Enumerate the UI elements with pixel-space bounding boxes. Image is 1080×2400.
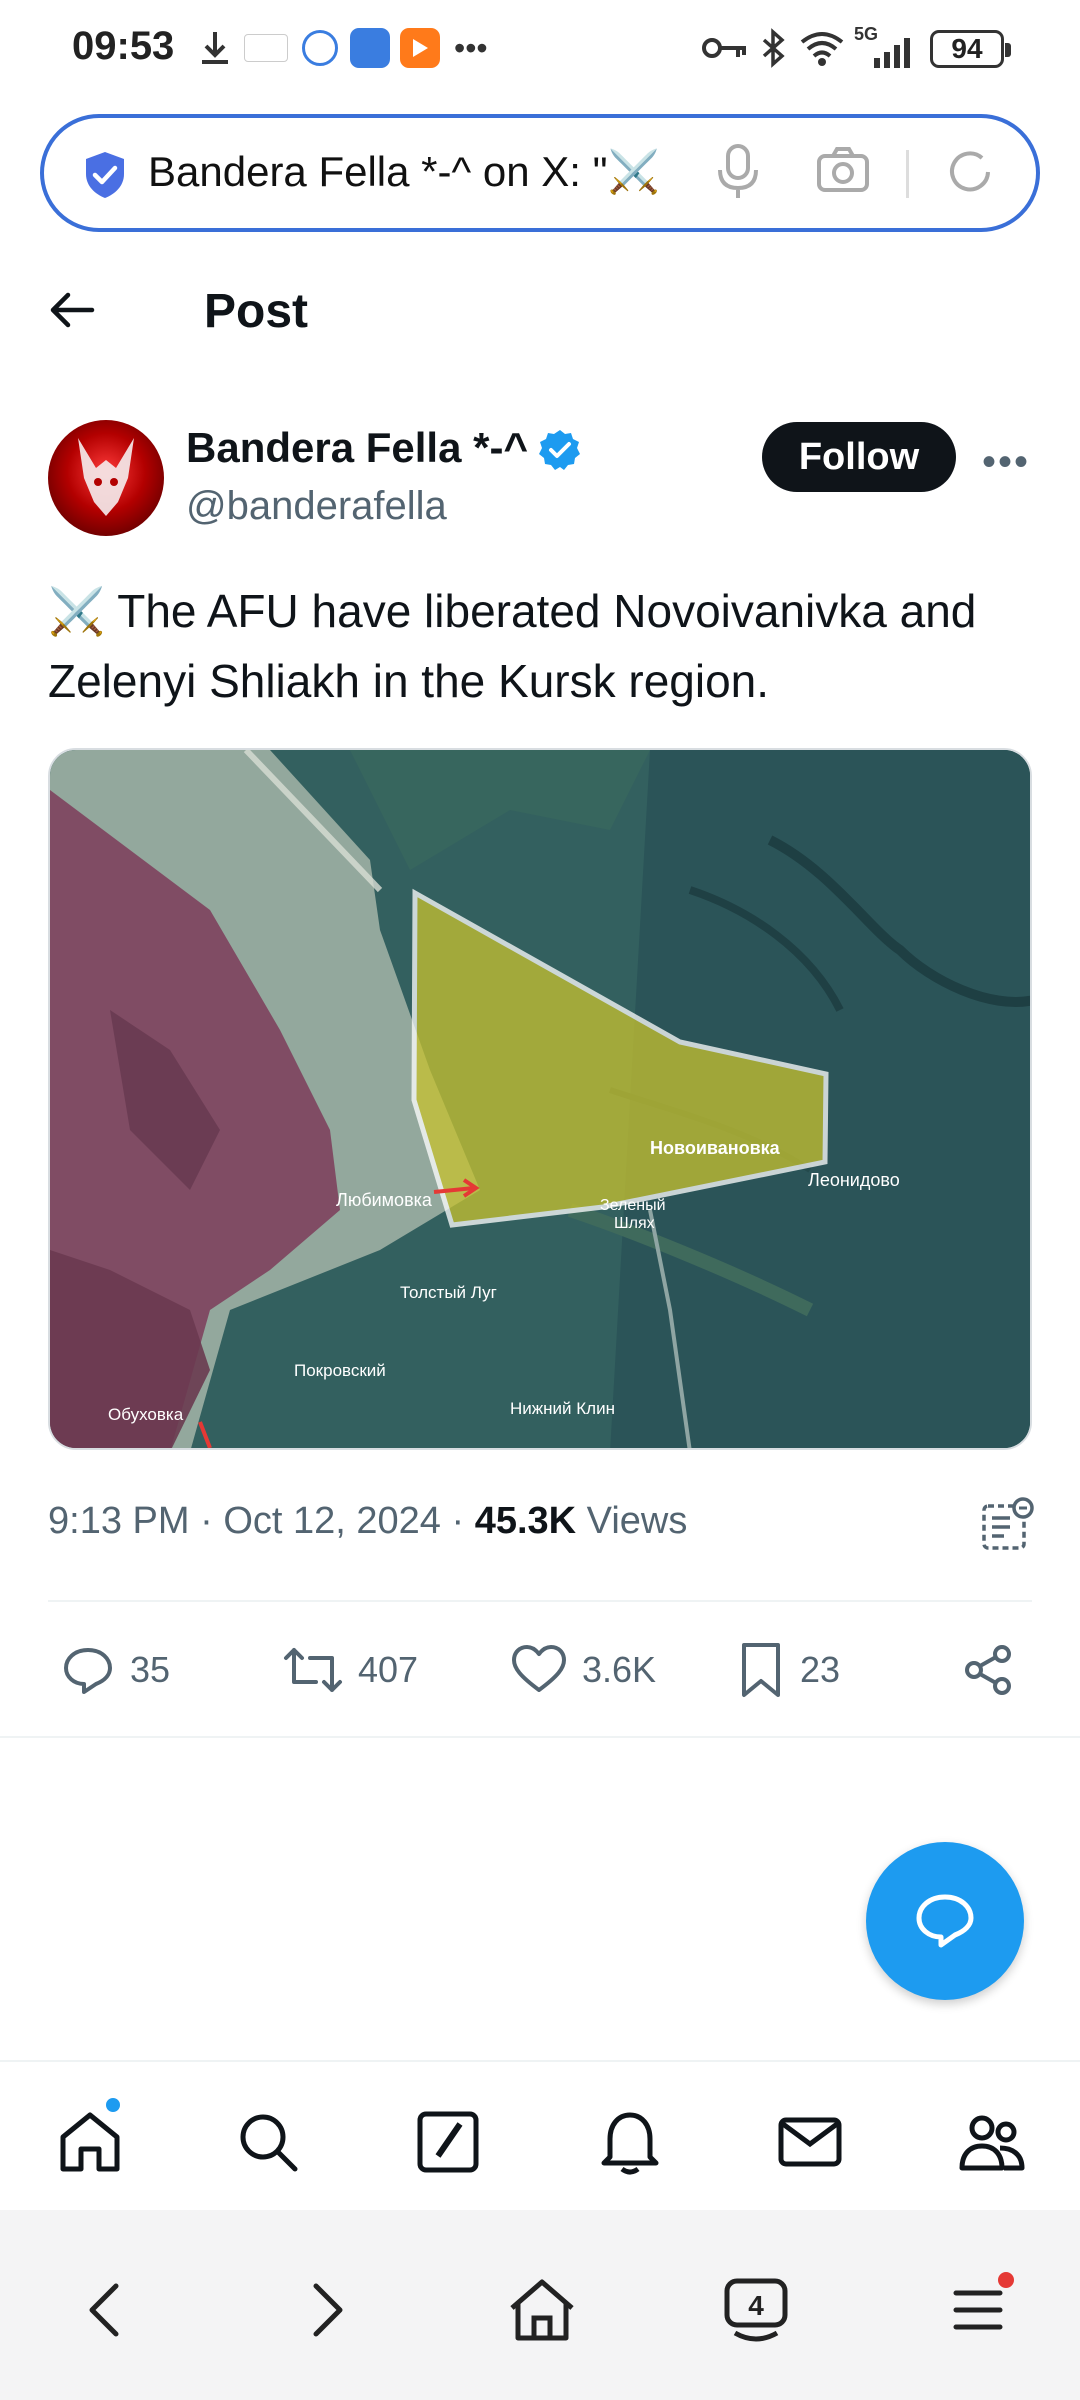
communities-icon — [959, 2115, 1025, 2171]
tab-messages[interactable] — [770, 2102, 850, 2182]
signal-icon: 5G — [854, 24, 914, 70]
bottom-tab-bar — [0, 2060, 1080, 2210]
chevron-right-icon — [313, 2283, 343, 2337]
map-label-leonidovo: Леонидово — [808, 1170, 900, 1190]
battery-indicator: 94 — [930, 30, 1011, 68]
map-label-pokrovsky: Покровский — [294, 1361, 386, 1380]
analytics-icon[interactable] — [980, 1496, 1036, 1557]
tab-search[interactable] — [228, 2102, 308, 2182]
tabs-icon: 4 — [724, 2278, 788, 2342]
video-app-icon — [400, 26, 440, 70]
microphone-icon[interactable] — [716, 142, 760, 207]
reload-icon[interactable] — [944, 146, 996, 203]
more-notifications-icon: ••• — [454, 29, 488, 66]
back-arrow-icon[interactable] — [44, 282, 100, 343]
like-count: 3.6K — [582, 1649, 657, 1690]
post-date: Oct 12, 2024 — [223, 1500, 441, 1542]
home-icon — [60, 2112, 120, 2172]
bookmark-button[interactable]: 23 — [736, 1640, 840, 1700]
clock: 09:53 — [72, 24, 175, 68]
map-label-tolsty-lug: Толстый Луг — [400, 1283, 497, 1302]
bookmark-icon — [742, 1643, 780, 1697]
shield-icon — [82, 150, 128, 205]
wifi-icon — [798, 26, 846, 70]
security-app-icon — [350, 26, 390, 70]
hamburger-menu-icon — [953, 2290, 1003, 2330]
chat-bubble-icon — [916, 1894, 974, 1948]
reply-count: 35 — [130, 1649, 171, 1690]
browser-home-button[interactable] — [502, 2270, 582, 2350]
meta-separator: · — [451, 1500, 475, 1542]
map-label-zeleny: Зеленый — [600, 1197, 666, 1214]
browser-menu-button[interactable] — [938, 2270, 1018, 2350]
author-handle[interactable]: @banderafella — [186, 484, 447, 529]
share-button[interactable] — [960, 1640, 1030, 1700]
reply-icon — [64, 1648, 112, 1694]
map-label-novoivanovka: Новоивановка — [650, 1138, 781, 1158]
search-icon — [240, 2114, 298, 2172]
page-title: Post — [204, 285, 309, 338]
browser-navigation-bar: 4 — [0, 2210, 1080, 2400]
crossed-swords-emoji: ⚔️ — [48, 585, 106, 637]
browser-tabs-button[interactable]: 4 — [716, 2270, 796, 2350]
post-time: 9:13 PM — [48, 1500, 190, 1542]
status-bar: 09:53 ••• 5G 94 — [0, 0, 1080, 100]
meta-separator: · — [200, 1500, 224, 1542]
bell-icon — [601, 2112, 659, 2175]
views-label: Views — [586, 1500, 688, 1542]
bluetooth-icon — [760, 26, 786, 70]
url-text[interactable]: Bandera Fella *-^ on X: "⚔️ — [148, 148, 728, 197]
download-icon — [198, 26, 232, 70]
tab-grok[interactable] — [408, 2102, 488, 2182]
divider — [48, 1600, 1032, 1602]
browser-address-bar[interactable]: Bandera Fella *-^ on X: "⚔️ — [40, 114, 1040, 232]
map-label-nizhny-klin: Нижний Клин — [510, 1399, 615, 1418]
follow-button[interactable]: Follow — [762, 422, 956, 492]
heart-icon — [512, 1645, 566, 1692]
mail-icon — [778, 2117, 842, 2167]
post-image-map[interactable]: Новоивановка Леонидово Любимовка Зеленый… — [48, 748, 1032, 1450]
camera-icon[interactable] — [816, 146, 870, 199]
post-meta: 9:13 PM · Oct 12, 2024 · 45.3K Views — [48, 1500, 687, 1543]
share-icon — [965, 1645, 1011, 1695]
notification-dot — [998, 2272, 1014, 2288]
divider — [0, 1736, 1080, 1738]
reply-button[interactable]: 35 — [60, 1640, 170, 1700]
map-label-lyubimovka: Любимовка — [336, 1190, 433, 1210]
browser-forward-button[interactable] — [288, 2270, 368, 2350]
tab-communities[interactable] — [952, 2102, 1032, 2182]
svg-text:4: 4 — [748, 2290, 764, 2321]
grok-icon — [417, 2111, 479, 2173]
compose-reply-fab[interactable] — [866, 1842, 1024, 2000]
more-options-icon[interactable]: ••• — [982, 440, 1030, 485]
repost-icon — [284, 1648, 342, 1692]
home-icon — [510, 2279, 574, 2341]
browser-back-button[interactable] — [64, 2270, 144, 2350]
tab-home[interactable] — [50, 2096, 130, 2182]
notification-dot — [104, 2096, 122, 2114]
post-text: ⚔️ The AFU have liberated Novoivanivka a… — [48, 576, 1038, 716]
post-body: The AFU have liberated Novoivanivka and … — [48, 585, 977, 707]
bookmark-count: 23 — [800, 1649, 841, 1690]
map-label-shlyakh: Шлях — [614, 1215, 655, 1232]
repost-button[interactable]: 407 — [282, 1640, 418, 1700]
baidu-app-icon — [244, 26, 288, 70]
tab-notifications[interactable] — [590, 2102, 670, 2182]
like-button[interactable]: 3.6K — [510, 1640, 656, 1700]
verified-badge-icon — [538, 428, 582, 477]
map-label-obukhovka: Обуховка — [108, 1405, 184, 1424]
views-count: 45.3K — [474, 1500, 577, 1542]
ifly-app-icon — [302, 26, 338, 70]
avatar[interactable] — [48, 420, 164, 536]
address-bar-divider — [906, 150, 909, 198]
key-icon — [702, 26, 748, 70]
repost-count: 407 — [358, 1649, 419, 1690]
chevron-left-icon — [89, 2283, 119, 2337]
author-name[interactable]: Bandera Fella *-^ — [186, 424, 528, 472]
